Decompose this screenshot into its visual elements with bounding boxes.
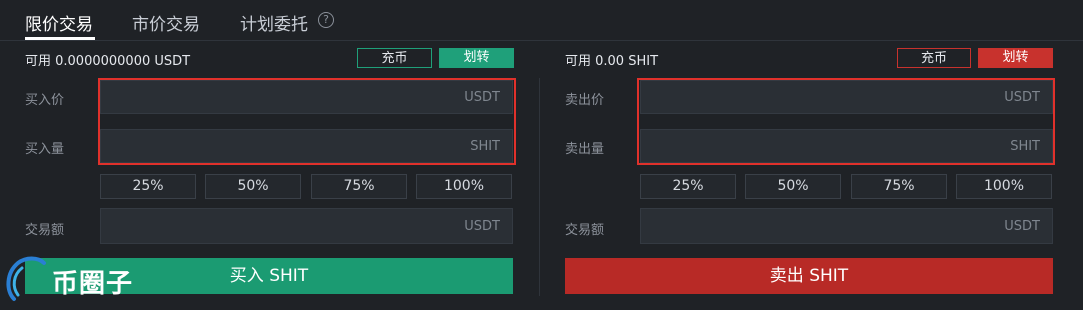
buy-transfer-button[interactable]: 划转 xyxy=(439,48,514,68)
sell-percent-25-button[interactable]: 25% xyxy=(640,174,736,199)
sell-available-balance: 可用 0.00 SHIT xyxy=(565,54,659,69)
buy-percent-50-button[interactable]: 50% xyxy=(205,174,301,199)
watermark-logo: 币圈子 xyxy=(4,255,164,305)
order-type-tabs: 限价交易 市价交易 计划委托 ? xyxy=(0,0,1083,41)
help-icon[interactable]: ? xyxy=(318,12,334,28)
buy-percent-25-button[interactable]: 25% xyxy=(100,174,196,199)
sell-submit-button[interactable]: 卖出 SHIT xyxy=(565,258,1053,294)
buy-total-input[interactable]: USDT xyxy=(100,208,513,244)
sell-transfer-button[interactable]: 划转 xyxy=(978,48,1053,68)
tab-market-order[interactable]: 市价交易 xyxy=(132,10,200,35)
sell-percent-50-button[interactable]: 50% xyxy=(745,174,841,199)
buy-amount-label: 买入量 xyxy=(25,142,65,157)
buy-total-unit: USDT xyxy=(464,219,500,234)
buy-percent-100-button[interactable]: 100% xyxy=(416,174,512,199)
highlight-box xyxy=(98,78,516,165)
buy-available-balance: 可用 0.0000000000 USDT xyxy=(25,54,191,69)
sell-total-input[interactable]: USDT xyxy=(640,208,1053,244)
sell-total-unit: USDT xyxy=(1004,219,1040,234)
tab-plan-order[interactable]: 计划委托 xyxy=(240,10,308,35)
sell-amount-label: 卖出量 xyxy=(565,142,605,157)
buy-percent-75-button[interactable]: 75% xyxy=(311,174,407,199)
sell-panel: 可用 0.00 SHIT 充币 划转 卖出价 USDT 卖出量 SHIT 25%… xyxy=(540,40,1083,310)
watermark-logo-icon xyxy=(6,256,46,301)
watermark-text: 币圈子 xyxy=(52,269,134,299)
sell-total-label: 交易额 xyxy=(565,223,605,238)
sell-percent-75-button[interactable]: 75% xyxy=(851,174,947,199)
highlight-box xyxy=(637,78,1055,165)
buy-recharge-button[interactable]: 充币 xyxy=(357,48,432,68)
sell-recharge-button[interactable]: 充币 xyxy=(897,48,971,68)
sell-percent-100-button[interactable]: 100% xyxy=(956,174,1052,199)
buy-price-label: 买入价 xyxy=(25,93,65,108)
buy-total-label: 交易额 xyxy=(25,223,65,238)
tab-limit-order[interactable]: 限价交易 xyxy=(25,10,93,35)
sell-price-label: 卖出价 xyxy=(565,93,605,108)
